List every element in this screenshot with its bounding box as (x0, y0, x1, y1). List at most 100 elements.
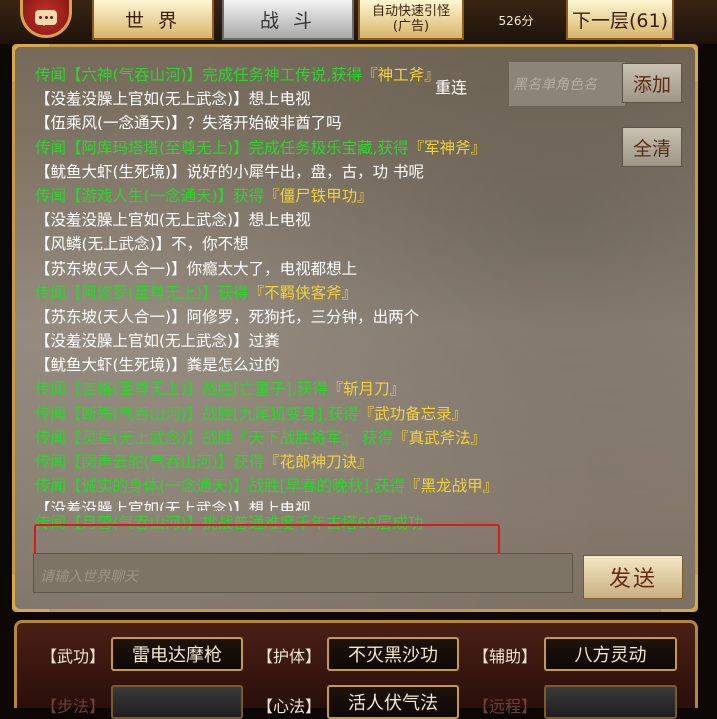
ranged-slot[interactable] (544, 685, 677, 719)
chat-message[interactable]: 【没羞没臊上官如(无上武念)】过粪 (35, 329, 635, 353)
player-name[interactable]: 【阕声云舵(气吞山河)】 (66, 453, 233, 471)
message-text: 获得 (233, 186, 265, 205)
footwork-label: 【步法】 (41, 697, 106, 716)
message-text: 战胜[九尾狐变身],获得 (202, 404, 359, 423)
blacklist-name-input[interactable]: 黑名单角色名 (508, 61, 626, 107)
next-floor-button[interactable]: 下一层(61) (566, 0, 674, 40)
assist-slot[interactable]: 八方灵动 (544, 637, 677, 671)
chat-message[interactable]: 【没羞没臊上官如(无上武念)】想上电视 (35, 208, 635, 232)
ranged-label: 【远程】 (473, 697, 538, 716)
message-text: 粪是怎么过的 (186, 356, 280, 375)
player-name[interactable]: 【灵星(无上武念)】 (66, 429, 202, 447)
message-text: 不，你不想 (171, 235, 249, 254)
rumor-prefix: 传闻 (35, 186, 67, 205)
chat-bubble-icon[interactable] (20, 0, 72, 38)
rumor-prefix: 传闻 (35, 138, 67, 157)
message-text: 获得 (217, 283, 249, 302)
rumor-message[interactable]: 传闻【游戏人生(一念通天)】获得『僵尸铁甲功』 (35, 184, 635, 208)
message-text: 阿修罗，死狗托，三分钟，出两个 (186, 307, 420, 326)
item-name: 『花郎神刀诀』 (264, 453, 373, 471)
reconnect-button[interactable]: 重连 (435, 74, 467, 98)
rumor-message[interactable]: 传闻【阿库玛塔塔(至尊无上)】完成任务极乐宝藏,获得『军神斧』 (35, 136, 635, 160)
item-name: 『黑龙战甲』 (405, 477, 499, 496)
martial-skill-slot[interactable]: 雷电达摩枪 (111, 637, 243, 671)
player-name[interactable]: 【吉格(至尊无上)】 (66, 380, 202, 398)
skill-slots-panel: 【武功】 雷电达摩枪 【护体】 不灭黑沙功 【辅助】 八方灵动 【步法】 【心法… (14, 620, 698, 719)
rumor-prefix: 传闻 (35, 477, 67, 496)
auto-lure-label: 自动快速引怪 (371, 4, 450, 19)
player-name[interactable]: 【苏东坡(天人合一)】 (35, 308, 187, 326)
message-text: 完成任务神工传说,获得 (202, 66, 363, 84)
item-name: 『不羁侠客斧』 (248, 283, 358, 302)
add-blacklist-button[interactable]: 添加 (622, 63, 682, 103)
player-name[interactable]: 【没羞没臊上官如(无上武念)】 (35, 90, 249, 108)
item-name: 『军神斧』 (408, 138, 487, 157)
top-bar: 世 界 战 斗 自动快速引怪 (广告) 526分 下一层(61) (0, 0, 717, 44)
rumor-message[interactable]: 传闻【断殇(气吞山河)】战胜[九尾狐变身],获得『武功备忘录』 (35, 402, 635, 426)
rumor-prefix: 传闻 (35, 404, 67, 423)
player-name[interactable]: 【没羞没臊上官如(无上武念)】 (35, 332, 249, 350)
message-text: 战胜『天下战胜将军』 获得 (202, 428, 394, 447)
rumor-prefix: 传闻 (35, 283, 67, 302)
item-name: 『真武斧法』 (393, 428, 487, 447)
tab-world[interactable]: 世 界 (92, 0, 214, 40)
player-name[interactable]: 【阿库玛塔塔(至尊无上)】 (66, 139, 249, 157)
item-name: 『僵尸铁甲功』 (264, 186, 373, 205)
player-name[interactable]: 【六神(气吞山河)】 (66, 66, 202, 84)
message-text: 过粪 (248, 332, 280, 351)
item-name: 『斩月刀』 (327, 380, 406, 399)
rumor-prefix: 传闻 (35, 380, 67, 399)
rumor-prefix: 传闻 (35, 428, 67, 447)
score-display: 526分 (498, 14, 534, 28)
footwork-slot[interactable] (111, 685, 243, 719)
rumor-prefix: 传闻 (35, 453, 67, 471)
assist-label: 【辅助】 (473, 647, 538, 666)
chat-message[interactable]: 【鱿鱼大虾(生死境)】粪是怎么过的 (35, 353, 635, 377)
player-name[interactable]: 【没羞没臊上官如(无上武念)】 (35, 500, 249, 511)
rumor-message[interactable]: 传闻【吉格(至尊无上)】战胜[亡童子],获得『斩月刀』 (35, 377, 635, 401)
message-list[interactable]: 传闻【六神(气吞山河)】完成任务神工传说,获得『神工斧』 【没羞没臊上官如(无上武… (35, 63, 635, 536)
message-text: 战胜[早春的晚秋],获得 (248, 477, 406, 496)
rumor-message[interactable]: 传闻【诚实的身体(一念通天)】战胜[早春的晚秋],获得『黑龙战甲』 (35, 474, 635, 498)
chat-message[interactable]: 【没羞没臊上官如(无上武念)】想上电视 (35, 498, 635, 511)
message-text: 完成任务极乐宝藏,获得 (248, 138, 409, 157)
rumor-message[interactable]: 传闻【阿修罗(至尊无上)】获得『不羁侠客斧』 (35, 281, 635, 305)
message-text: ？失落开始破非酋了吗 (186, 114, 342, 133)
chat-message[interactable]: 【苏东坡(天人合一)】你瘾太大了，电视都想上 (35, 257, 635, 281)
mind-method-slot[interactable]: 活人伏气法 (327, 685, 459, 719)
body-guard-slot[interactable]: 不灭黑沙功 (327, 637, 459, 671)
clear-all-button[interactable]: 全清 (622, 127, 682, 167)
message-text: 你瘾太大了，电视都想上 (186, 259, 358, 278)
player-name[interactable]: 【没羞没臊上官如(无上武念)】 (35, 211, 249, 229)
martial-skill-label: 【武功】 (41, 647, 106, 666)
rumor-message[interactable]: 传闻【灵星(无上武念)】战胜『天下战胜将军』 获得『真武斧法』 (35, 426, 635, 450)
tab-battle[interactable]: 战 斗 (222, 0, 354, 40)
body-guard-label: 【护体】 (257, 647, 322, 666)
ad-label: (广告) (392, 19, 430, 34)
player-name[interactable]: 【鱿鱼大虾(生死境)】 (35, 163, 187, 181)
chat-message[interactable]: 【鱿鱼大虾(生死境)】说好的小犀牛出，盘，古，功 书呢 (35, 160, 635, 184)
chat-panel: 传闻【六神(气吞山河)】完成任务神工传说,获得『神工斧』 【没羞没臊上官如(无上武… (12, 44, 698, 612)
message-text: 想上电视 (248, 90, 311, 109)
auto-lure-ad-button[interactable]: 自动快速引怪 (广告) (358, 0, 464, 40)
player-name[interactable]: 【风鳞(无上武念)】 (35, 235, 171, 253)
player-name[interactable]: 【诚实的身体(一念通天)】 (66, 477, 249, 495)
message-text: 战胜[亡童子],获得 (202, 380, 328, 399)
item-name: 『神工斧』 (362, 66, 440, 84)
rumor-message[interactable]: 传闻【阕声云舵(气吞山河)】获得『花郎神刀诀』 (35, 450, 635, 474)
send-button[interactable]: 发送 (583, 555, 683, 599)
player-name[interactable]: 【阿修罗(至尊无上)】 (66, 284, 218, 302)
player-name[interactable]: 【伍乘风(一念通天)】 (35, 114, 187, 132)
player-name[interactable]: 【鱿鱼大虾(生死境)】 (35, 356, 187, 374)
message-text: 说好的小犀牛出，盘，古，功 书呢 (186, 162, 425, 181)
chat-message[interactable]: 【风鳞(无上武念)】不，你不想 (35, 232, 635, 256)
item-name: 『武功备忘录』 (358, 404, 468, 423)
player-name[interactable]: 【苏东坡(天人合一)】 (35, 260, 187, 278)
player-name[interactable]: 【断殇(气吞山河)】 (66, 405, 202, 423)
chat-input[interactable]: 请输入世界聊天 (33, 553, 573, 593)
rumor-prefix: 传闻 (35, 66, 67, 84)
message-text: 获得 (233, 453, 265, 471)
chat-message[interactable]: 【伍乘风(一念通天)】？失落开始破非酋了吗 (35, 111, 635, 135)
chat-message[interactable]: 【苏东坡(天人合一)】阿修罗，死狗托，三分钟，出两个 (35, 305, 635, 329)
player-name[interactable]: 【游戏人生(一念通天)】 (66, 187, 233, 205)
